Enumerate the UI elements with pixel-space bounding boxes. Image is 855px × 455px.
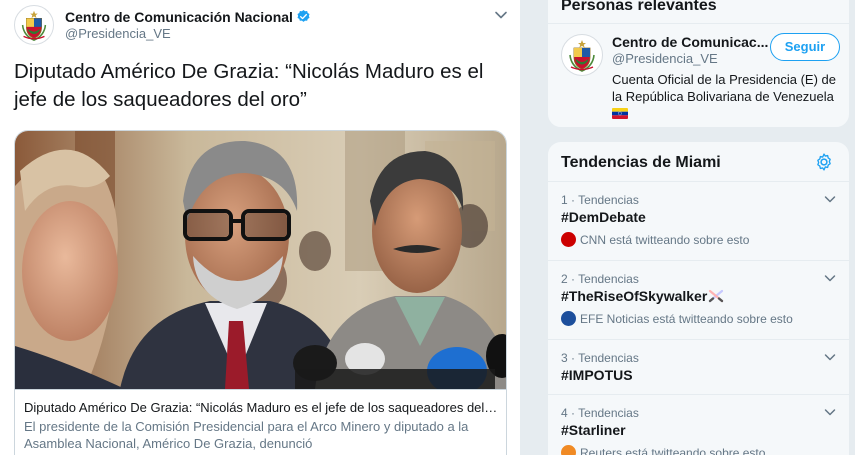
card-body: Diputado Américo De Grazia: “Nicolás Mad… [15, 389, 506, 452]
efe-logo-icon [561, 311, 576, 326]
chevron-down-icon[interactable] [823, 405, 837, 419]
trend-source-text: CNN está twitteando sobre esto [580, 233, 750, 247]
trend-source: Reuters está twitteando sobre esto [561, 445, 765, 455]
trend-source: CNN está twitteando sobre esto [561, 232, 749, 247]
trend-source: EFE Noticias está twitteando sobre esto [561, 311, 793, 326]
author-handle[interactable]: @Presidencia_VE [65, 26, 171, 41]
venezuela-seal-icon [15, 6, 53, 44]
trend-rank: 4 [561, 406, 568, 420]
trend-meta: 1 · Tendencias [561, 193, 639, 207]
trend-rank: 3 [561, 351, 568, 365]
card-photo-illustration [15, 131, 506, 389]
reuters-logo-icon [561, 445, 576, 455]
trend-item[interactable]: 3 · Tendencias #IMPOTUS [548, 339, 849, 394]
card-description: El presidente de la Comisión Presidencia… [24, 419, 469, 451]
relevant-name-text: Centro de Comunicac... [612, 34, 769, 50]
link-card[interactable]: Diputado Américo De Grazia: “Nicolás Mad… [14, 130, 507, 455]
trend-hashtag-text: #TheRiseOfSkywalker [561, 288, 708, 304]
trends-heading: Tendencias de Miami [561, 154, 721, 171]
chevron-down-icon[interactable] [492, 6, 510, 24]
relevant-avatar[interactable] [561, 34, 603, 76]
trend-meta: 4 · Tendencias [561, 406, 639, 420]
chevron-down-icon[interactable] [823, 271, 837, 285]
trend-item[interactable]: 4 · Tendencias #Starliner Reuters está t… [548, 394, 849, 455]
follow-button[interactable]: Seguir [770, 33, 840, 61]
divider [548, 23, 849, 24]
card-photo [15, 131, 506, 389]
chevron-down-icon[interactable] [823, 350, 837, 364]
author-name[interactable]: Centro de Comunicación Nacional [65, 9, 311, 25]
trend-category: Tendencias [578, 351, 639, 365]
author-name-text: Centro de Comunicación Nacional [65, 9, 293, 25]
app-window: Centro de Comunicación Nacional @Preside… [0, 0, 855, 455]
trend-item[interactable]: 1 · Tendencias #DemDebate CNN está twitt… [548, 181, 849, 260]
trend-source-text: Reuters está twitteando sobre esto [580, 446, 766, 455]
trend-meta: 2 · Tendencias [561, 272, 639, 286]
trend-meta: 3 · Tendencias [561, 351, 639, 365]
author-avatar[interactable] [14, 5, 54, 45]
venezuela-flag-icon [612, 108, 628, 119]
card-title: Diputado Américo De Grazia: “Nicolás Mad… [24, 400, 499, 415]
tweet: Centro de Comunicación Nacional @Preside… [0, 0, 521, 455]
cnn-logo-icon [561, 232, 576, 247]
crossed-lightsabers-icon [709, 289, 724, 303]
trend-hashtag[interactable]: #Starliner [561, 422, 626, 438]
trend-category: Tendencias [578, 272, 639, 286]
trends-panel: Tendencias de Miami 1 · Tendencias #DemD… [547, 141, 850, 455]
trend-rank: 1 [561, 193, 568, 207]
tweet-text: Diputado Américo De Grazia: “Nicolás Mad… [14, 60, 484, 111]
trend-category: Tendencias [578, 193, 639, 207]
trend-source-text: EFE Noticias está twitteando sobre esto [580, 312, 793, 326]
relevant-people-panel: Personas relevantes Centro de Comunicac.… [547, 0, 850, 128]
trend-rank: 2 [561, 272, 568, 286]
trend-hashtag[interactable]: #TheRiseOfSkywalker [561, 288, 724, 304]
gear-icon[interactable] [814, 152, 834, 172]
relevant-heading: Personas relevantes [561, 0, 717, 14]
verified-icon [297, 9, 310, 22]
relevant-name[interactable]: Centro de Comunicac... [612, 34, 786, 50]
relevant-bio: Cuenta Oficial de la Presidencia (E) de … [612, 71, 844, 122]
relevant-bio-text: Cuenta Oficial de la Presidencia (E) de … [612, 72, 837, 104]
chevron-down-icon[interactable] [823, 192, 837, 206]
trend-item[interactable]: 2 · Tendencias #TheRiseOfSkywalker EFE N… [548, 260, 849, 339]
relevant-handle[interactable]: @Presidencia_VE [612, 51, 718, 66]
trend-hashtag[interactable]: #DemDebate [561, 209, 646, 225]
trend-category: Tendencias [578, 406, 639, 420]
venezuela-seal-icon [563, 36, 601, 74]
trend-hashtag[interactable]: #IMPOTUS [561, 367, 633, 383]
